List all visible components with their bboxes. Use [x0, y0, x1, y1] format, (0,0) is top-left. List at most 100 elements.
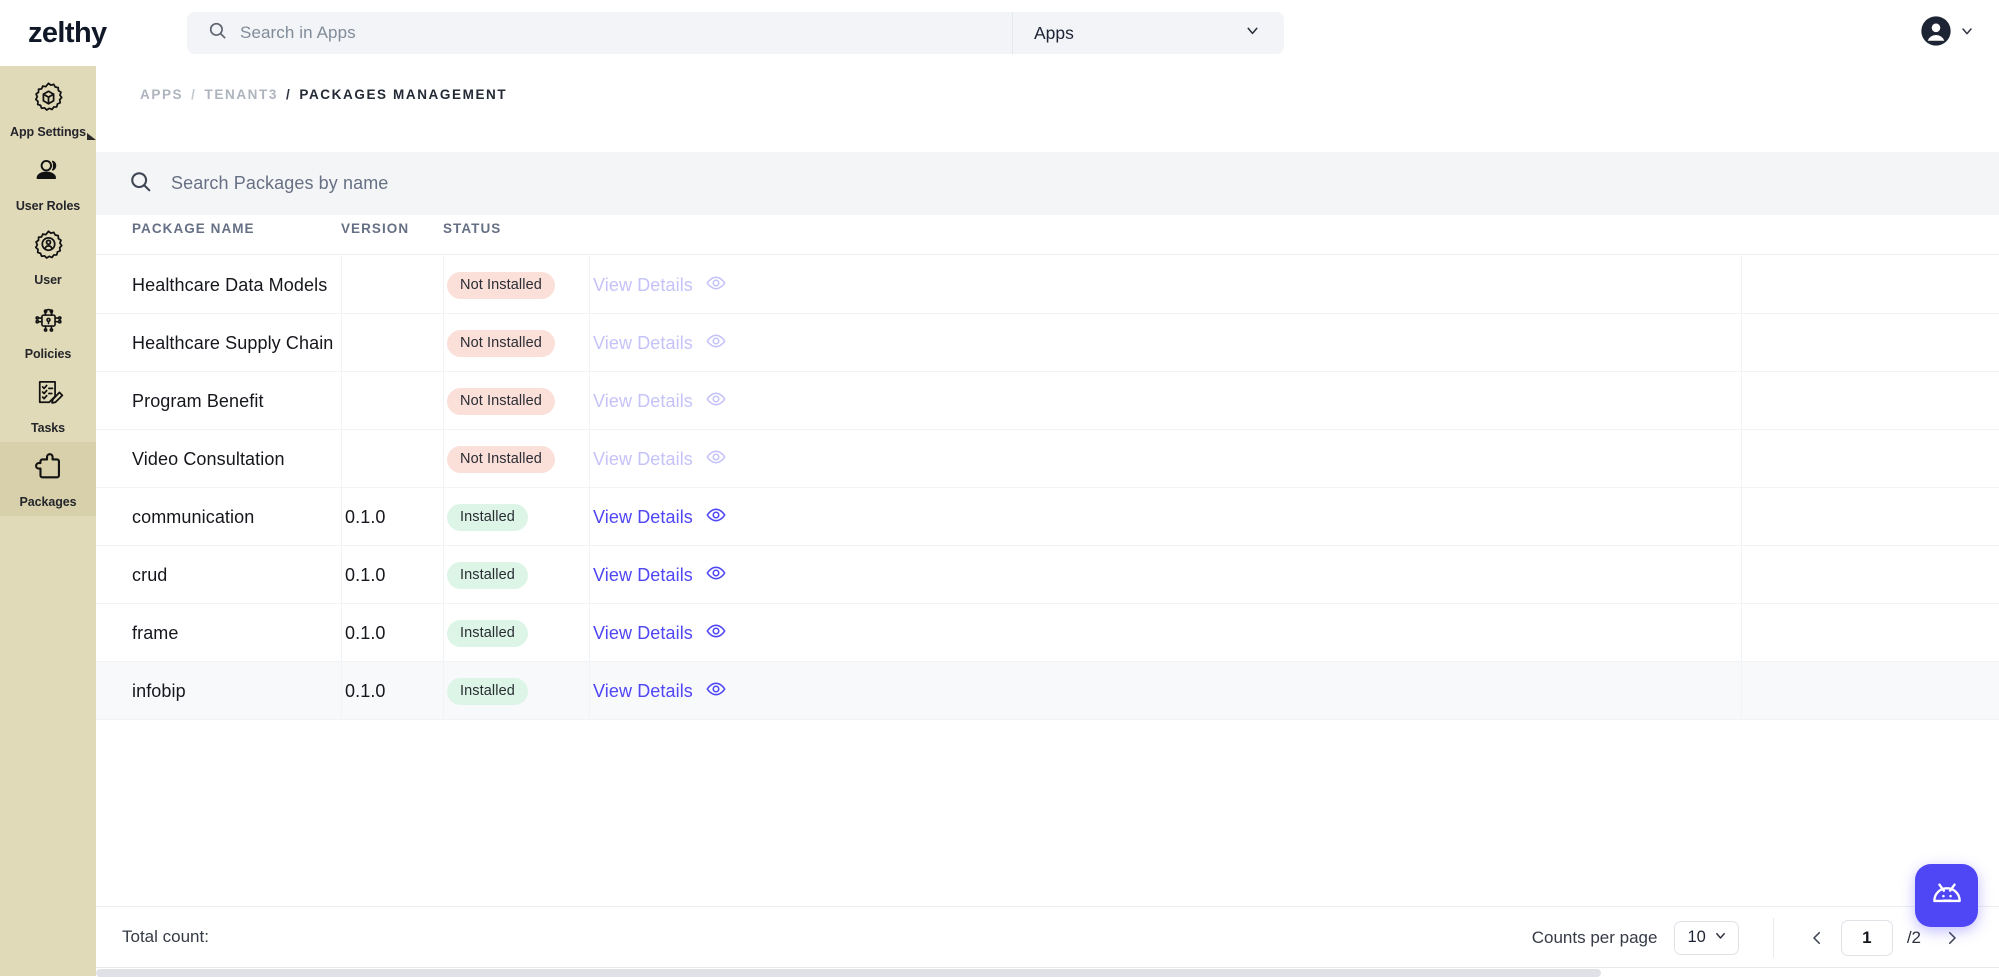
view-details-button: View Details [593, 447, 726, 472]
view-details-button[interactable]: View Details [593, 505, 726, 530]
robot-assistant-icon [1928, 874, 1966, 917]
sidebar-item-policies[interactable]: Policies [0, 294, 96, 368]
breadcrumb-separator: / [191, 87, 196, 102]
sidebar-nav: App Settings User Roles User [0, 66, 96, 976]
search-icon [208, 21, 227, 45]
view-details-label: View Details [593, 391, 693, 412]
status-badge: Not Installed [447, 446, 555, 473]
table-row[interactable]: infobip0.1.0InstalledView Details [96, 662, 1999, 720]
cell-package-name: frame [132, 623, 179, 644]
status-badge: Not Installed [447, 388, 555, 415]
table-footer: Total count: Counts per page 10 1 /2 [96, 906, 1999, 967]
cell-spacer [1741, 430, 1999, 488]
status-badge: Not Installed [447, 272, 555, 299]
view-details-label: View Details [593, 449, 693, 470]
view-details-button: View Details [593, 273, 726, 298]
top-bar: zelthy Search in Apps Apps [0, 0, 1999, 66]
view-details-button[interactable]: View Details [593, 621, 726, 646]
global-search-group: Search in Apps Apps [187, 12, 1284, 54]
chevron-down-icon [1244, 22, 1261, 44]
table-row[interactable]: Healthcare Supply Chain Not Installed View… [96, 314, 1999, 372]
status-badge: Not Installed [447, 330, 555, 357]
table-row[interactable]: Program BenefitNot InstalledView Details [96, 372, 1999, 430]
sidebar-expand-caret-icon[interactable] [87, 133, 96, 140]
breadcrumb: APPS / TENANT3 / PACKAGES MANAGEMENT [140, 87, 507, 102]
user-avatar-icon [1920, 15, 1952, 52]
main-content: APPS / TENANT3 / PACKAGES MANAGEMENT Sea… [96, 66, 1999, 976]
sidebar-item-label: App Settings [10, 125, 86, 139]
cell-version: 0.1.0 [345, 565, 386, 586]
view-details-label: View Details [593, 275, 693, 296]
package-search-input[interactable]: Search Packages by name [96, 152, 1999, 215]
gear-user-icon [31, 228, 66, 268]
column-header-package-name: PACKAGE NAME [132, 221, 255, 236]
counts-per-page-group: Counts per page 10 [1532, 918, 1773, 958]
sidebar-item-tasks[interactable]: Tasks [0, 368, 96, 442]
cell-spacer [1741, 546, 1999, 604]
status-badge: Installed [447, 562, 528, 589]
current-page-input[interactable]: 1 [1841, 920, 1893, 956]
assistant-fab-button[interactable] [1915, 864, 1978, 927]
cell-package-name: Healthcare Data Models [132, 275, 327, 296]
breadcrumb-apps[interactable]: APPS [140, 87, 183, 102]
global-search-input[interactable]: Search in Apps [187, 12, 1012, 54]
table-header: PACKAGE NAME VERSION STATUS [96, 215, 1999, 255]
status-badge: Installed [447, 620, 528, 647]
cell-version: 0.1.0 [345, 507, 386, 528]
packages-table-body: Healthcare Data Models Not Installed View … [96, 256, 1999, 776]
global-search-placeholder: Search in Apps [240, 23, 356, 43]
view-details-button[interactable]: View Details [593, 679, 726, 704]
sidebar-item-label: User [34, 273, 61, 287]
sidebar-item-user-roles[interactable]: User Roles [0, 146, 96, 220]
eye-icon [706, 331, 726, 356]
cell-package-name: crud [132, 565, 167, 586]
cell-package-name: Video Consultation [132, 449, 285, 470]
counts-per-page-value: 10 [1687, 928, 1705, 947]
cell-package-name: infobip [132, 681, 186, 702]
table-row[interactable]: Healthcare Data Models Not Installed View … [96, 256, 1999, 314]
chevron-down-icon [1959, 23, 1975, 44]
table-row[interactable]: frame0.1.0InstalledView Details [96, 604, 1999, 662]
sidebar-item-user[interactable]: User [0, 220, 96, 294]
account-menu[interactable] [1920, 0, 1975, 66]
cell-spacer [1741, 372, 1999, 430]
sidebar-item-label: Packages [20, 495, 77, 509]
sidebar-item-label: Tasks [31, 421, 65, 435]
search-icon [129, 170, 152, 198]
eye-icon [706, 679, 726, 704]
view-details-button[interactable]: View Details [593, 563, 726, 588]
counts-per-page-dropdown[interactable]: 10 [1674, 921, 1738, 955]
cell-spacer [1741, 604, 1999, 662]
search-scope-dropdown[interactable]: Apps [1012, 12, 1284, 54]
cell-package-name: Healthcare Supply Chain [132, 333, 333, 354]
table-row[interactable]: crud 0.1.0 Installed View Details [96, 546, 1999, 604]
sidebar-item-packages[interactable]: Packages [0, 442, 96, 516]
sidebar-item-label: Policies [25, 347, 71, 361]
sidebar-item-app-settings[interactable]: App Settings [0, 72, 96, 146]
horizontal-scrollbar[interactable] [96, 967, 1999, 976]
total-count-label: Total count: [122, 927, 209, 947]
tasks-checklist-icon [31, 376, 66, 416]
view-details-label: View Details [593, 565, 693, 586]
search-scope-value: Apps [1034, 23, 1074, 44]
view-details-label: View Details [593, 333, 693, 354]
policies-lock-icon [31, 302, 66, 342]
cell-package-name: communication [132, 507, 254, 528]
breadcrumb-tenant[interactable]: TENANT3 [205, 87, 278, 102]
chevron-down-icon [1713, 928, 1728, 948]
eye-icon [706, 621, 726, 646]
total-pages-label: /2 [1898, 928, 1928, 948]
previous-page-button[interactable] [1798, 919, 1836, 957]
eye-icon [706, 389, 726, 414]
table-row[interactable]: Video Consultation Not Installed View Deta… [96, 430, 1999, 488]
status-badge: Installed [447, 678, 528, 705]
eye-icon [706, 505, 726, 530]
view-details-button: View Details [593, 389, 726, 414]
brand-logo[interactable]: zelthy [0, 17, 124, 50]
view-details-label: View Details [593, 507, 693, 528]
eye-icon [706, 447, 726, 472]
breadcrumb-current-page: PACKAGES MANAGEMENT [299, 87, 507, 102]
column-header-version: VERSION [341, 221, 409, 236]
table-row[interactable]: communication0.1.0InstalledView Details [96, 488, 1999, 546]
view-details-button: View Details [593, 331, 726, 356]
